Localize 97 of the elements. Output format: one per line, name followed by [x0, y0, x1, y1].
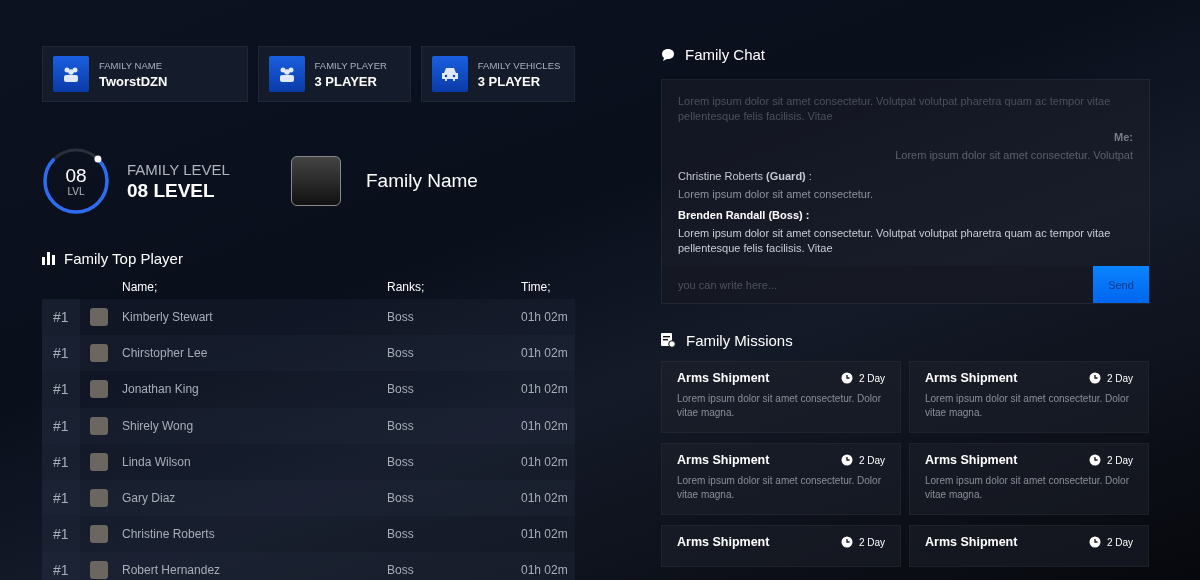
clock-icon — [1088, 372, 1101, 384]
avatar-placeholder — [90, 525, 108, 544]
player-rank: Boss — [387, 346, 415, 361]
player-time: 01h 02m — [521, 346, 569, 361]
mission-title: Arms Shipment — [677, 453, 770, 467]
mission-title: Arms Shipment — [925, 371, 1018, 385]
player-rank: Boss — [387, 382, 415, 397]
clock-icon — [1088, 454, 1101, 466]
rank-cell: #1 — [42, 371, 80, 408]
mission-title: Arms Shipment — [677, 371, 770, 385]
clock-icon — [840, 536, 853, 548]
mission-title: Arms Shipment — [925, 535, 1018, 549]
photo-placeholder — [291, 156, 341, 206]
player-name: Chirstopher Lee — [122, 346, 209, 361]
player-name: Jonathan King — [122, 382, 200, 397]
section-title: Family Chat — [685, 46, 766, 63]
player-name: Robert Hernandez — [122, 563, 222, 578]
avatar-placeholder — [90, 308, 108, 327]
avatar-placeholder — [90, 380, 108, 399]
level-value: 08 LEVEL — [127, 179, 216, 202]
avatar-placeholder — [90, 489, 108, 508]
player-rank: Boss — [387, 418, 415, 433]
player-rank: Boss — [387, 527, 415, 542]
mission-list-icon — [661, 333, 676, 348]
mission-card[interactable]: Arms Shipment 2 Day Lorem ipsum dolor sit amet consectetur. Dolor vitae magna. — [661, 361, 901, 433]
mission-title: Arms Shipment — [925, 453, 1018, 467]
family-name: Family Name — [366, 170, 478, 192]
avatar-placeholder — [90, 344, 108, 363]
level-unit: LVL — [67, 185, 85, 197]
level-number: 08 — [65, 165, 87, 186]
section-title: Family Top Player — [64, 250, 183, 267]
section-title: Family Missions — [686, 332, 793, 349]
mission-description: Lorem ipsum dolor sit amet consectetur. Dolor vitae magna. — [677, 392, 882, 420]
mission-time: 2 Day — [1106, 372, 1133, 384]
mission-card[interactable]: Arms Shipment 2 Day Lorem ipsum dolor sit amet consectetur. Dolor vitae magna. — [909, 361, 1149, 433]
message-sender: Christine Roberts (Guard) : — [678, 169, 813, 184]
chat-bubble-icon — [661, 47, 675, 62]
player-rank: Boss — [387, 563, 415, 578]
avatar-placeholder — [90, 561, 108, 580]
player-time: 01h 02m — [521, 527, 569, 542]
rank-cell: #1 — [42, 443, 80, 480]
player-time: 01h 02m — [521, 310, 569, 325]
player-name: Kimberly Stewart — [122, 310, 214, 325]
car-icon — [439, 65, 460, 83]
stat-value: 3 PLAYER — [314, 73, 378, 89]
stat-label: FAMILY PLAYER — [314, 59, 387, 71]
mission-description: Lorem ipsum dolor sit amet consectetur. Dolor vitae magna. — [925, 474, 1130, 502]
level-label: FAMILY LEVEL — [127, 160, 231, 178]
player-time: 01h 02m — [521, 382, 569, 397]
rank-cell: #1 — [42, 335, 80, 372]
rank-cell: #1 — [42, 516, 80, 553]
mission-time: 2 Day — [858, 536, 885, 548]
mission-description: Lorem ipsum dolor sit amet consectetur. Dolor vitae magna. — [925, 392, 1130, 420]
avatar-placeholder — [90, 416, 108, 435]
rank-cell: #1 — [42, 407, 80, 444]
player-name: Gary Diaz — [122, 491, 177, 506]
player-name: Shirely Wong — [122, 418, 195, 433]
mission-card[interactable]: Arms Shipment 2 Day Lorem ipsum dolor sit amet consectetur. Dolor vitae magna. — [661, 443, 901, 515]
clock-icon — [840, 372, 853, 384]
column-header: Name; — [122, 280, 159, 294]
bar-chart-icon — [42, 252, 55, 265]
message-sender: Me: — [1113, 130, 1133, 145]
player-name: Christine Roberts — [122, 527, 216, 542]
clock-icon — [840, 454, 853, 466]
rank-cell: #1 — [42, 479, 80, 517]
rank-cell: #1 — [42, 552, 80, 580]
message-text: Lorem ipsum dolor sit amet consectetur. Volutpat volutpat pharetra quam ac tempor vitae pellentesque felis facilisis. Vitae — [678, 226, 1112, 256]
player-time: 01h 02m — [521, 491, 569, 506]
mission-time: 2 Day — [858, 454, 885, 466]
mission-card[interactable]: Arms Shipment 2 Day — [661, 525, 901, 567]
message-text: Lorem ipsum dolor sit amet consectetur. Volutpat — [894, 148, 1133, 163]
column-header: Ranks; — [387, 280, 426, 294]
mission-time: 2 Day — [858, 372, 885, 384]
mission-title: Arms Shipment — [677, 535, 770, 549]
player-rank: Boss — [387, 454, 415, 469]
stat-label: FAMILY VEHICLES — [477, 59, 561, 71]
clock-icon — [1088, 536, 1101, 548]
player-rank: Boss — [387, 491, 415, 506]
rank-cell: #1 — [42, 299, 80, 336]
message-sender: Brenden Randall (Boss) : — [678, 208, 811, 223]
avatar-placeholder — [90, 452, 108, 471]
mission-time: 2 Day — [1106, 454, 1133, 466]
message-text: Lorem ipsum dolor sit amet consectetur. — [678, 187, 875, 202]
mission-card[interactable]: Arms Shipment 2 Day — [909, 525, 1149, 567]
player-rank: Boss — [387, 310, 415, 325]
column-header: Time; — [521, 280, 552, 294]
mission-description: Lorem ipsum dolor sit amet consectetur. Dolor vitae magna. — [677, 474, 882, 502]
player-time: 01h 02m — [521, 418, 569, 433]
stat-value: 3 PLAYER — [477, 73, 542, 89]
player-time: 01h 02m — [521, 454, 569, 469]
player-time: 01h 02m — [521, 563, 569, 578]
mission-card[interactable]: Arms Shipment 2 Day Lorem ipsum dolor sit amet consectetur. Dolor vitae magna. — [909, 443, 1149, 515]
player-name: Linda Wilson — [122, 454, 192, 469]
people-icon — [61, 65, 81, 83]
stat-value: TworstDZN — [99, 73, 168, 89]
stat-label: FAMILY NAME — [99, 59, 163, 71]
mission-time: 2 Day — [1106, 536, 1133, 548]
